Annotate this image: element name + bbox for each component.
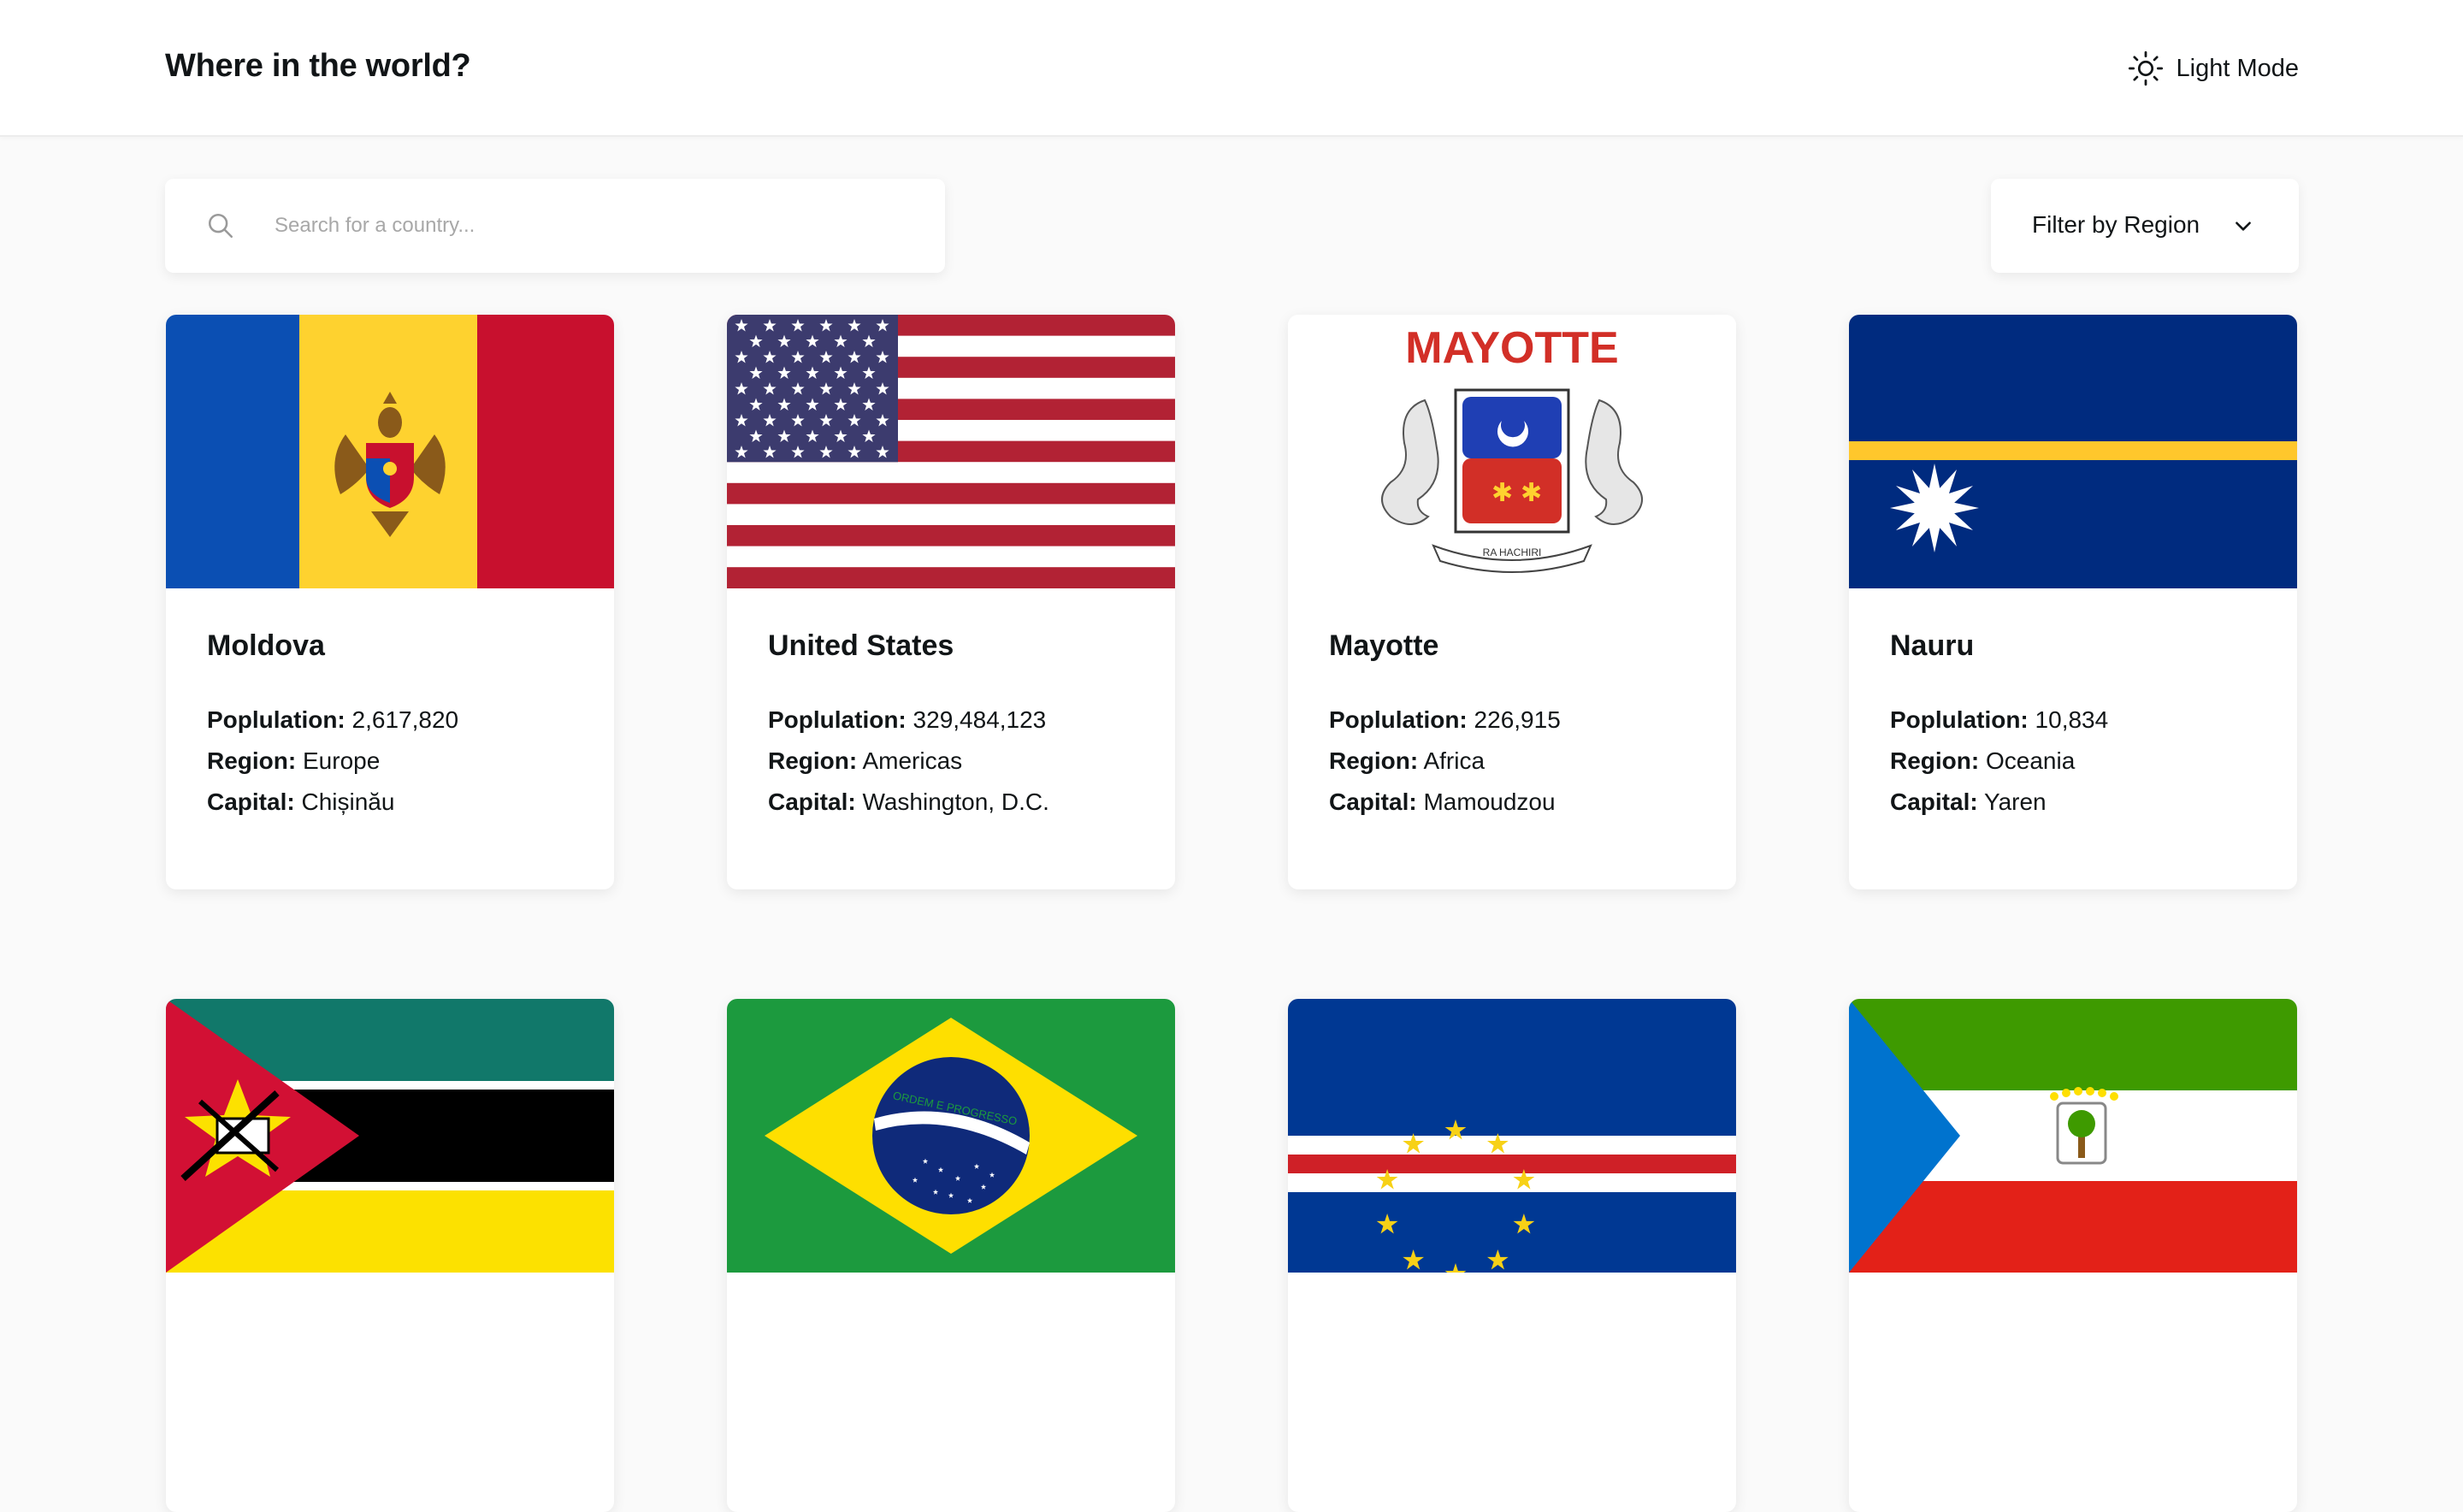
- flag-image-united-states: [727, 315, 1175, 588]
- capital-label: Capital:: [1329, 788, 1417, 815]
- capital-value: Mamoudzou: [1423, 788, 1556, 815]
- region-value: Oceania: [1986, 747, 2076, 774]
- population-value: 2,617,820: [351, 706, 459, 733]
- region-label: Region:: [207, 747, 297, 774]
- country-name: Nauru: [1890, 629, 1975, 662]
- region-value: Europe: [303, 747, 381, 774]
- search-input[interactable]: [275, 204, 907, 247]
- flag-image-mayotte: MAYOTTE ✱ ✱ RA HACHIRI: [1288, 315, 1736, 588]
- region-value: Americas: [862, 747, 963, 774]
- region-value: Africa: [1423, 747, 1485, 774]
- capital-label: Capital:: [1890, 788, 1978, 815]
- flag-text: MAYOTTE: [1405, 323, 1618, 373]
- region-label: Region:: [768, 747, 858, 774]
- country-card-brazil[interactable]: ORDEM E PROGRESSO: [727, 999, 1175, 1512]
- svg-text:✱: ✱: [1521, 478, 1542, 508]
- population-value: 329,484,123: [913, 706, 1047, 733]
- country-name: Mayotte: [1329, 629, 1439, 662]
- country-name: Moldova: [207, 629, 325, 662]
- flag-image-mozambique: [166, 999, 614, 1273]
- region-filter-dropdown[interactable]: Filter by Region: [1991, 179, 2299, 273]
- chevron-down-icon: [2236, 221, 2251, 231]
- country-stats: Poplulation: 2,617,820 Region: Europe Ca…: [207, 700, 458, 823]
- country-card-mozambique[interactable]: [166, 999, 614, 1512]
- country-stats: Poplulation: 226,915 Region: Africa Capi…: [1329, 700, 1561, 823]
- country-stats: Poplulation: 329,484,123 Region: America…: [768, 700, 1049, 823]
- population-label: Poplulation:: [1890, 706, 2029, 733]
- capital-value: Washington, D.C.: [862, 788, 1049, 815]
- search-bar: [165, 179, 945, 273]
- country-card-moldova[interactable]: Moldova Poplulation: 2,617,820 Region: E…: [166, 315, 614, 889]
- capital-value: Chișinău: [301, 788, 395, 815]
- app-title: Where in the world?: [165, 48, 471, 84]
- country-name: United States: [768, 629, 954, 662]
- region-label: Region:: [1329, 747, 1419, 774]
- capital-label: Capital:: [768, 788, 856, 815]
- search-icon: [208, 213, 233, 239]
- country-card-cape-verde[interactable]: [1288, 999, 1736, 1512]
- theme-toggle-label: Light Mode: [2176, 54, 2300, 82]
- country-card-nauru[interactable]: Nauru Poplulation: 10,834 Region: Oceani…: [1849, 315, 2297, 889]
- flag-image-equatorial-guinea: [1849, 999, 2297, 1273]
- population-label: Poplulation:: [768, 706, 907, 733]
- capital-label: Capital:: [207, 788, 295, 815]
- population-value: 226,915: [1474, 706, 1561, 733]
- sun-icon: [2128, 50, 2163, 86]
- population-value: 10,834: [2035, 706, 2109, 733]
- svg-text:✱: ✱: [1491, 478, 1513, 508]
- population-label: Poplulation:: [1329, 706, 1468, 733]
- population-label: Poplulation:: [207, 706, 346, 733]
- region-filter-label: Filter by Region: [2032, 211, 2200, 238]
- country-card-united-states[interactable]: United States Poplulation: 329,484,123 R…: [727, 315, 1175, 889]
- country-stats: Poplulation: 10,834 Region: Oceania Capi…: [1890, 700, 2108, 823]
- flag-image-nauru: [1849, 315, 2297, 588]
- flag-image-cape-verde: [1288, 999, 1736, 1273]
- country-card-equatorial-guinea[interactable]: [1849, 999, 2297, 1512]
- flag-motto: RA HACHIRI: [1483, 546, 1542, 558]
- flag-image-moldova: [166, 315, 614, 588]
- flag-image-brazil: ORDEM E PROGRESSO: [727, 999, 1175, 1273]
- region-label: Region:: [1890, 747, 1980, 774]
- theme-toggle-button[interactable]: Light Mode: [2127, 48, 2300, 89]
- capital-value: Yaren: [1983, 788, 2047, 815]
- country-card-mayotte[interactable]: MAYOTTE ✱ ✱ RA HACHIRI Mayotte Poplulati…: [1288, 315, 1736, 889]
- top-bar: Where in the world? Light Mode: [0, 0, 2463, 137]
